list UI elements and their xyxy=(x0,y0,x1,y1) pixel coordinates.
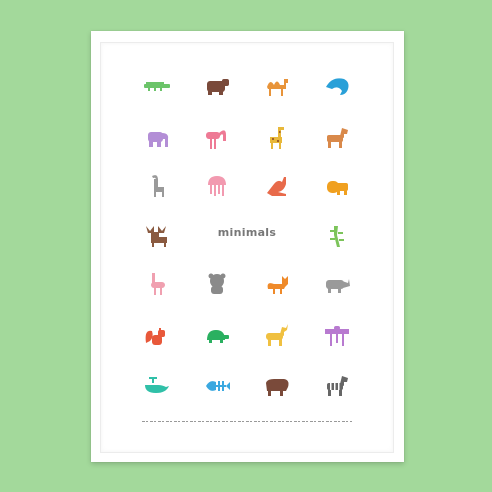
poster-title: minimals xyxy=(217,226,277,239)
camel-icon xyxy=(257,68,297,104)
unicorn-icon xyxy=(257,318,297,354)
jellyfish-icon xyxy=(197,168,237,204)
ibex-icon xyxy=(137,168,177,204)
fish-skeleton-icon xyxy=(197,368,237,404)
ostrich-icon xyxy=(137,266,177,302)
moose-icon xyxy=(137,218,177,254)
crocodile-icon xyxy=(137,68,177,104)
kangaroo-icon xyxy=(257,168,297,204)
rhino-icon xyxy=(317,266,357,302)
squirrel-icon xyxy=(137,318,177,354)
turtle-icon xyxy=(197,318,237,354)
vulture-icon xyxy=(317,318,357,354)
poster-caption xyxy=(142,418,352,424)
horse-icon xyxy=(317,120,357,156)
flamingo-icon xyxy=(197,120,237,156)
yak-icon xyxy=(257,368,297,404)
giraffe-icon xyxy=(257,120,297,156)
whale-icon xyxy=(137,368,177,404)
panda-icon xyxy=(197,266,237,302)
lizard-icon xyxy=(317,218,357,254)
bear-icon xyxy=(197,68,237,104)
dolphin-icon xyxy=(317,68,357,104)
fox-icon xyxy=(257,266,297,302)
lion-icon xyxy=(317,168,357,204)
zebra-icon xyxy=(317,368,357,404)
elephant-icon xyxy=(137,120,177,156)
